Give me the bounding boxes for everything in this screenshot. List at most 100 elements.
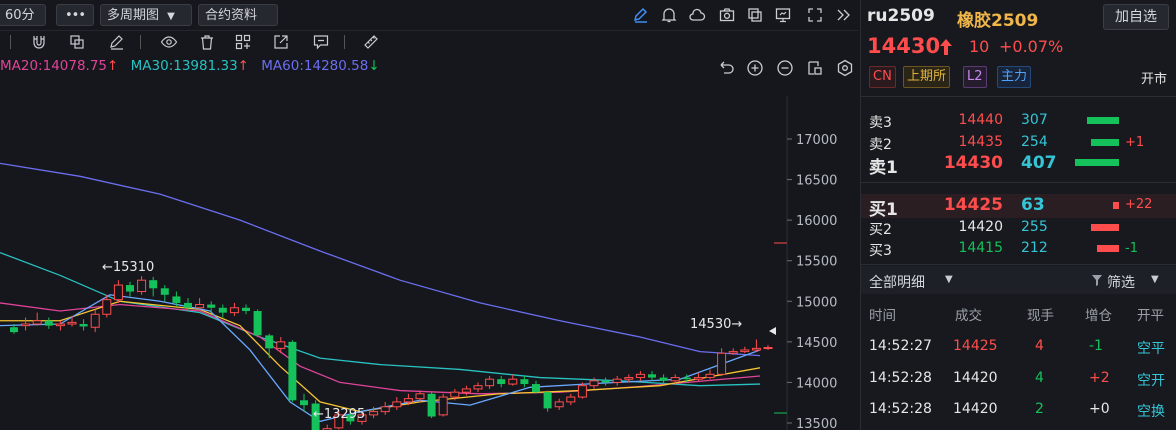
- ask-row[interactable]: 卖1 14430 407: [861, 153, 1176, 178]
- candle-body: [184, 302, 192, 308]
- bell-icon[interactable]: [660, 6, 678, 24]
- share-out-icon[interactable]: [272, 33, 290, 51]
- bid-volume-bar: [1091, 224, 1119, 231]
- candle-body: [44, 320, 53, 326]
- bid-price: 14415: [958, 240, 1003, 256]
- candle-body: [21, 323, 31, 327]
- candle-body: [300, 400, 308, 406]
- low-marker: ←13295: [313, 407, 365, 422]
- tick-time: 14:52:28: [869, 401, 932, 417]
- toolbar-divider: [10, 35, 11, 49]
- pencil-icon[interactable]: [632, 6, 650, 24]
- candle-body: [160, 288, 169, 295]
- y-tick-label: 17000: [796, 133, 837, 148]
- fullscreen-icon[interactable]: [806, 6, 824, 24]
- tick-qty: 2: [1035, 401, 1044, 417]
- candle-body: [693, 377, 703, 380]
- contract-info-button[interactable]: 合约资料: [198, 4, 278, 26]
- zoom-in-icon[interactable]: [746, 59, 764, 77]
- candle-body: [102, 299, 112, 315]
- ask-row[interactable]: 卖3 14440 307: [861, 112, 1176, 132]
- ma-legend: MA20:14078.75↑ MA30:13981.33↑ MA60:14280…: [0, 58, 388, 78]
- col-type: 开平: [1137, 308, 1164, 324]
- bid-row[interactable]: 买2 14420 255: [861, 219, 1176, 239]
- ticks-title[interactable]: 全部明细: [869, 272, 925, 292]
- multi-period-dropdown[interactable]: 多周期图 ▼: [100, 4, 192, 26]
- candle-body: [253, 311, 262, 336]
- filter-icon[interactable]: [1091, 274, 1103, 287]
- candle-body: [751, 347, 761, 351]
- candle-body: [589, 380, 599, 387]
- candle-body: [508, 378, 518, 385]
- dropdown-caret-icon[interactable]: ▼: [1151, 274, 1159, 285]
- undo-icon[interactable]: [716, 59, 736, 77]
- candle-body: [577, 385, 587, 398]
- bid-row[interactable]: 买3 14415 212 -1: [861, 240, 1176, 260]
- ma10-line: [0, 300, 761, 413]
- candle-body: [473, 385, 483, 390]
- bid-label: 买3: [869, 243, 892, 259]
- caret-down-icon[interactable]: ▼: [945, 274, 953, 285]
- trash-icon[interactable]: [198, 33, 216, 51]
- tick-row[interactable]: 14:52:28 14420 4 +2 空开: [861, 370, 1176, 392]
- tick-time: 14:52:28: [869, 370, 932, 386]
- copy-window-icon[interactable]: [746, 6, 764, 24]
- ask-volume: 407: [1021, 153, 1057, 173]
- eye-icon[interactable]: [160, 33, 178, 51]
- candle-body: [566, 396, 576, 403]
- tick-row[interactable]: 14:52:28 14420 2 +0 空换: [861, 401, 1176, 423]
- tick-oi: -1: [1089, 338, 1103, 354]
- tick-price: 14425: [953, 338, 998, 354]
- candle-body: [126, 285, 134, 292]
- candle-body: [415, 393, 425, 400]
- ask-volume-bar: [1075, 159, 1119, 166]
- tick-oi: +2: [1089, 370, 1110, 386]
- bid-change: +22: [1125, 197, 1153, 212]
- candle-body: [10, 327, 18, 333]
- ruler-icon[interactable]: [362, 33, 380, 51]
- grid-plus-icon[interactable]: [234, 33, 252, 51]
- ask-label: 卖1: [869, 158, 898, 178]
- ask-price: 14435: [958, 134, 1003, 150]
- cloud-icon[interactable]: [688, 6, 706, 24]
- price-change-pct: +0.07%: [999, 37, 1064, 56]
- add-watchlist-button[interactable]: 加自选: [1103, 4, 1169, 30]
- collapse-right-icon[interactable]: [834, 6, 852, 24]
- overlay-icon[interactable]: [68, 33, 86, 51]
- ask-label: 卖2: [869, 137, 892, 153]
- more-button[interactable]: •••: [56, 4, 94, 26]
- comment-icon[interactable]: [312, 33, 330, 51]
- period-button[interactable]: 60分: [0, 4, 46, 26]
- bid-volume-bar: [1113, 202, 1119, 209]
- magnet-icon[interactable]: [30, 33, 48, 51]
- zoom-out-icon[interactable]: [776, 59, 794, 77]
- bid-row[interactable]: 买1 14425 63 +22: [861, 194, 1176, 220]
- last-price: 14430: [867, 34, 941, 58]
- candle-body: [55, 323, 65, 327]
- tick-oi: +0: [1089, 401, 1110, 417]
- candle-body: [67, 321, 77, 325]
- tick-row[interactable]: 14:52:27 14425 4 -1 空平: [861, 338, 1176, 360]
- candle-body: [242, 307, 250, 312]
- arrow-down-icon: ↓: [368, 58, 380, 74]
- draw-pen-icon[interactable]: [108, 33, 126, 51]
- candle-body: [728, 351, 738, 354]
- reset-view-icon[interactable]: [806, 59, 824, 77]
- drawing-toolbar: [0, 30, 858, 56]
- candle-body: [172, 296, 181, 303]
- tag-cn: CN: [869, 66, 896, 88]
- tag-level: L2: [963, 66, 987, 88]
- tick-qty: 4: [1035, 370, 1044, 386]
- ask-row[interactable]: 卖2 14435 254 +1: [861, 134, 1176, 154]
- settings-icon[interactable]: [836, 59, 854, 77]
- monitor-icon[interactable]: [774, 6, 792, 24]
- candle-body: [648, 374, 656, 378]
- filter-button[interactable]: 筛选: [1107, 272, 1135, 292]
- ask-volume: 254: [1021, 134, 1048, 150]
- candle-body: [32, 320, 42, 325]
- camera-icon[interactable]: [718, 6, 736, 24]
- y-tick-label: 15000: [796, 295, 837, 310]
- ma60-text: MA60:14280.58: [261, 58, 369, 74]
- candle-body: [369, 411, 379, 416]
- kline-chart[interactable]: 17000 16500 16000 15500 15000 14500 14000 13500…: [0, 96, 858, 430]
